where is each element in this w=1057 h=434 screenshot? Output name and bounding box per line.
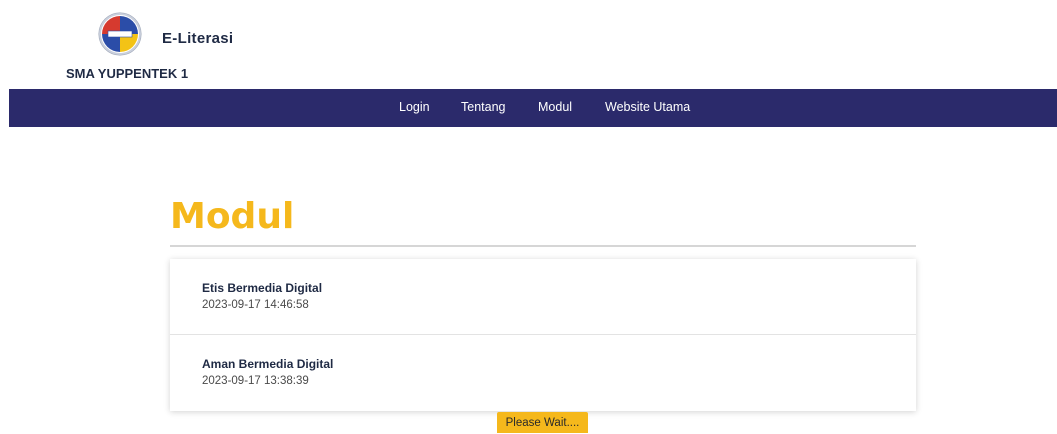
school-emblem-icon[interactable] bbox=[98, 12, 142, 56]
nav-website-utama[interactable]: Website Utama bbox=[605, 100, 690, 114]
main-navbar: Login Tentang Modul Website Utama bbox=[9, 89, 1057, 127]
nav-login[interactable]: Login bbox=[399, 100, 430, 114]
module-item[interactable]: Aman Bermedia Digital 2023-09-17 13:38:3… bbox=[170, 335, 916, 410]
school-name: SMA YUPPENTEK 1 bbox=[66, 66, 189, 81]
site-header: E-Literasi SMA YUPPENTEK 1 bbox=[0, 0, 1057, 88]
title-divider bbox=[170, 245, 916, 247]
page-title: Modul bbox=[170, 196, 295, 237]
module-title: Aman Bermedia Digital bbox=[202, 357, 334, 371]
module-item[interactable]: Etis Bermedia Digital 2023-09-17 14:46:5… bbox=[170, 259, 916, 335]
module-date: 2023-09-17 14:46:58 bbox=[202, 299, 309, 311]
module-list: Etis Bermedia Digital 2023-09-17 14:46:5… bbox=[170, 259, 916, 411]
module-date: 2023-09-17 13:38:39 bbox=[202, 375, 309, 387]
nav-modul[interactable]: Modul bbox=[538, 100, 572, 114]
app-name: E-Literasi bbox=[162, 30, 234, 47]
module-title: Etis Bermedia Digital bbox=[202, 281, 323, 295]
nav-tentang[interactable]: Tentang bbox=[461, 100, 505, 114]
loading-indicator: Please Wait.... bbox=[497, 412, 588, 433]
